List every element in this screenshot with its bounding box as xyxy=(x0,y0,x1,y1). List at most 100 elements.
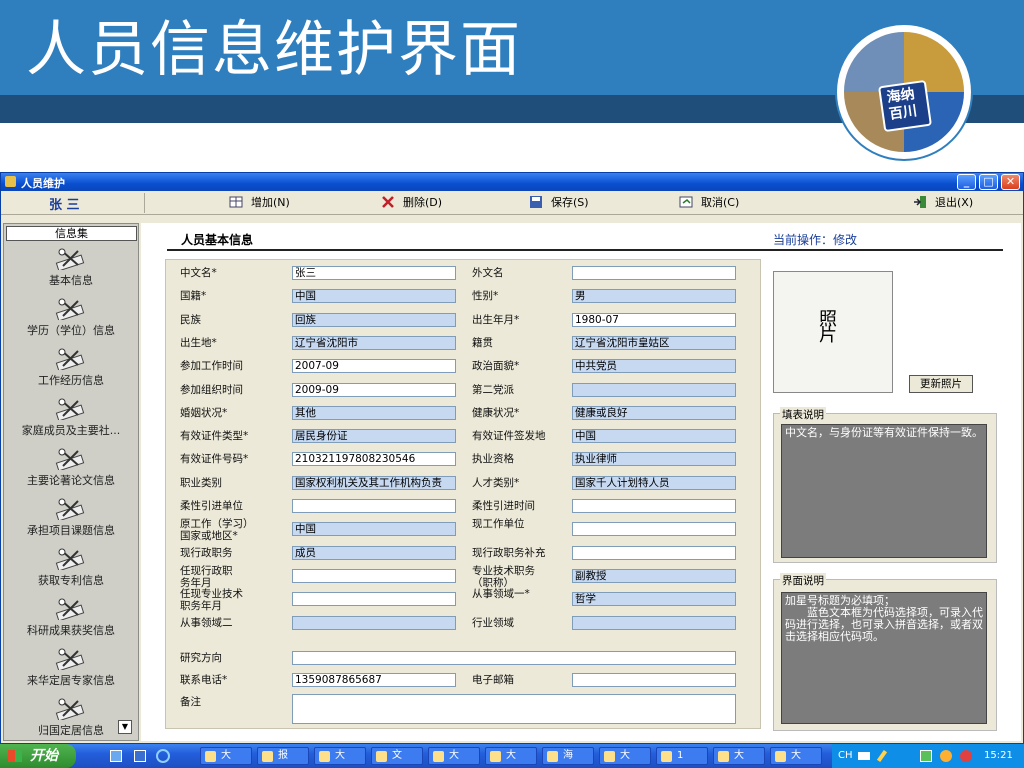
taskbar-task[interactable]: 大 xyxy=(713,747,765,765)
pen-icon[interactable] xyxy=(876,749,888,763)
sidebar-item[interactable]: 基本信息 xyxy=(4,248,138,288)
keyboard-icon[interactable] xyxy=(858,752,870,760)
form-field[interactable]: 2009-09 xyxy=(292,382,456,397)
network-icon[interactable] xyxy=(920,750,932,762)
form-field[interactable]: 其他 xyxy=(292,405,456,420)
form-field[interactable]: 男 xyxy=(572,289,736,304)
sidebar-item-label: 科研成果获奖信息 xyxy=(27,624,115,637)
main-panel: 人员基本信息 当前操作：修改 中文名* 张三 外文名 国籍* 中国 性别* 男民族 回族 出生年… xyxy=(141,223,1021,741)
cancel-button[interactable]: 取消(C) xyxy=(679,194,739,212)
field-label: 柔性引进时间 xyxy=(472,500,535,512)
taskbar-task[interactable]: 大 xyxy=(770,747,822,765)
form-field[interactable]: 国家千人计划特人员 xyxy=(572,475,736,490)
form-field[interactable]: 中国 xyxy=(572,429,736,444)
form-field[interactable]: 成员 xyxy=(292,545,456,560)
task-app-icon xyxy=(604,751,615,762)
exit-door-icon xyxy=(913,196,927,208)
form-field[interactable]: 辽宁省沈阳市皇姑区 xyxy=(572,335,736,350)
research-field[interactable] xyxy=(292,651,736,665)
form-field[interactable]: 回族 xyxy=(292,312,456,327)
tools-icon xyxy=(4,498,138,520)
taskbar-task-label: 1 xyxy=(677,750,684,761)
form-field[interactable]: 执业律师 xyxy=(572,452,736,467)
taskbar-task[interactable]: 1 xyxy=(656,747,708,765)
sidebar-item[interactable]: 工作经历信息 xyxy=(4,348,138,388)
security-icon[interactable] xyxy=(960,750,972,762)
quicklaunch-media-icon[interactable] xyxy=(134,750,146,762)
tools-icon xyxy=(4,298,138,320)
section-title: 人员基本信息 xyxy=(181,233,254,247)
form-field[interactable] xyxy=(292,499,456,513)
taskbar-task[interactable]: 大 xyxy=(200,747,252,765)
sidebar-item[interactable]: 承担项目课题信息 xyxy=(4,498,138,538)
maximize-button[interactable]: □ xyxy=(979,174,998,190)
field-label: 参加工作时间 xyxy=(180,360,243,373)
start-button[interactable]: 开始 xyxy=(0,744,76,768)
current-operation: 当前操作：修改 xyxy=(773,233,858,247)
form-field[interactable] xyxy=(572,499,736,513)
quicklaunch-ie-icon[interactable] xyxy=(156,749,170,763)
field-label: 政治面貌* xyxy=(472,360,520,373)
sidebar-item-label: 主要论著论文信息 xyxy=(27,474,115,487)
toolbar: 张 三 增加(N) 删除(D) 保存(S) 取消(C) 退出(X) xyxy=(1,191,1023,215)
volume-icon[interactable] xyxy=(940,750,952,762)
form-field[interactable]: 中国 xyxy=(292,522,456,537)
add-row-icon xyxy=(229,196,243,208)
form-field[interactable] xyxy=(572,615,736,630)
remark-textarea[interactable] xyxy=(292,694,736,724)
form-field[interactable]: 1980-07 xyxy=(572,312,736,327)
phone-label: 联系电话* xyxy=(180,674,228,686)
sidebar-item[interactable]: 科研成果获奖信息 xyxy=(4,598,138,638)
close-button[interactable]: ✕ xyxy=(1001,174,1020,190)
form-field[interactable]: 中共党员 xyxy=(572,359,736,374)
update-photo-button[interactable]: 更新照片 xyxy=(909,375,973,393)
sidebar-item[interactable]: 家庭成员及主要社... xyxy=(4,398,138,438)
sidebar-scroll-down-button[interactable]: ▼ xyxy=(118,720,132,734)
form-field[interactable] xyxy=(292,568,456,583)
sidebar-item[interactable]: 学历（学位）信息 xyxy=(4,298,138,338)
exit-button[interactable]: 退出(X) xyxy=(913,194,973,212)
taskbar-task[interactable]: 大 xyxy=(599,747,651,765)
field-label: 从事领域二 xyxy=(180,616,233,629)
form-field[interactable] xyxy=(572,545,736,560)
add-button[interactable]: 增加(N) xyxy=(229,194,290,212)
email-field[interactable] xyxy=(572,673,736,687)
form-field[interactable]: 健康或良好 xyxy=(572,405,736,420)
form-field[interactable] xyxy=(292,592,456,607)
save-button[interactable]: 保存(S) xyxy=(529,194,589,212)
taskbar-task[interactable]: 海 xyxy=(542,747,594,765)
tools-icon xyxy=(4,598,138,620)
taskbar-task[interactable]: 报 xyxy=(257,747,309,765)
field-label: 中文名* xyxy=(180,267,217,279)
form-field[interactable] xyxy=(292,615,456,630)
form-field[interactable]: 国家权利机关及其工作机构负责 xyxy=(292,475,456,490)
sidebar-item[interactable]: 获取专利信息 xyxy=(4,548,138,588)
phone-field[interactable]: 13590878656​87 xyxy=(292,673,456,687)
form-field[interactable]: 张三 xyxy=(292,266,456,280)
form-field[interactable] xyxy=(572,266,736,280)
form-field[interactable]: 210321197808230546 xyxy=(292,452,456,467)
email-label: 电子邮箱 xyxy=(472,674,514,686)
tools-icon xyxy=(4,548,138,570)
minimize-button[interactable]: _ xyxy=(957,174,976,190)
form-field[interactable]: 哲学 xyxy=(572,592,736,607)
photo-frame: 照片 xyxy=(773,271,893,393)
ime-indicator[interactable]: CH xyxy=(838,744,853,768)
form-field[interactable] xyxy=(572,522,736,537)
form-field[interactable] xyxy=(572,382,736,397)
window-titlebar[interactable]: 人员维护 _ □ ✕ xyxy=(1,173,1023,191)
form-field[interactable]: 居民身份证 xyxy=(292,429,456,444)
sidebar-item[interactable]: 来华定居专家信息 xyxy=(4,648,138,688)
taskbar-task[interactable]: 大 xyxy=(485,747,537,765)
task-app-icon xyxy=(775,751,786,762)
delete-button[interactable]: 删除(D) xyxy=(381,194,442,212)
form-field[interactable]: 副教授 xyxy=(572,568,736,583)
form-field[interactable]: 辽宁省沈阳市 xyxy=(292,335,456,350)
sidebar-item[interactable]: 主要论著论文信息 xyxy=(4,448,138,488)
form-field[interactable]: 中国 xyxy=(292,289,456,304)
quicklaunch-desktop-icon[interactable] xyxy=(110,750,122,762)
taskbar-task[interactable]: 文 xyxy=(371,747,423,765)
taskbar-task[interactable]: 大 xyxy=(314,747,366,765)
form-field[interactable]: 2007-09 xyxy=(292,359,456,374)
taskbar-task[interactable]: 大 xyxy=(428,747,480,765)
